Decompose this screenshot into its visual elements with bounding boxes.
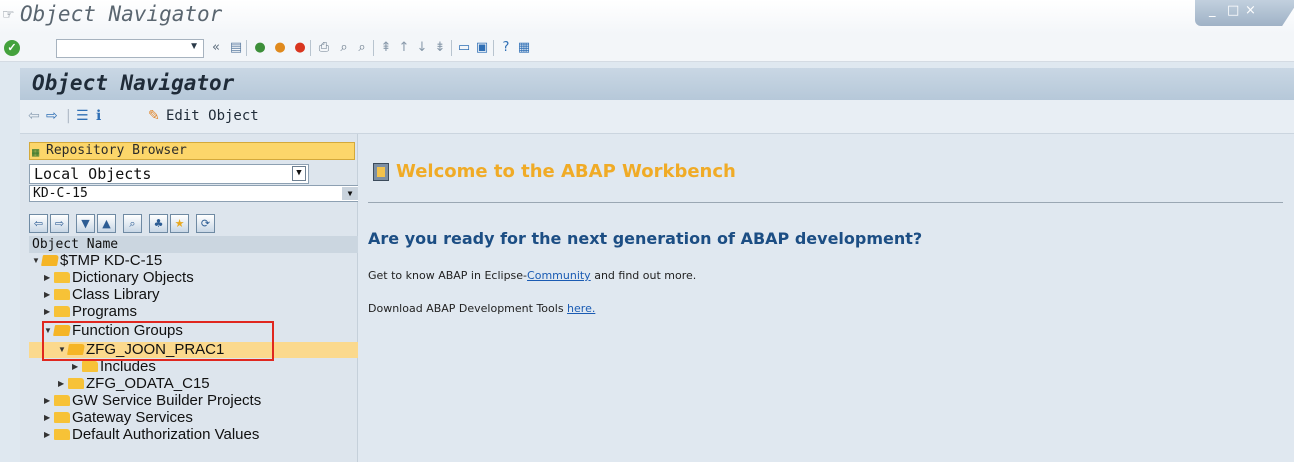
- refresh-icon[interactable]: ⟳: [196, 214, 215, 233]
- tree-node-zfg-odata-c15[interactable]: ▶ ZFG_ODATA_C15: [58, 376, 210, 392]
- save-icon[interactable]: ▤: [228, 39, 244, 56]
- exit-icon[interactable]: ●: [272, 39, 288, 56]
- back-arrow-icon[interactable]: ⇦: [28, 108, 40, 124]
- window-title: Object Navigator: [20, 2, 223, 26]
- folder-icon: [54, 395, 70, 406]
- prev-page-icon[interactable]: ↑: [396, 39, 412, 56]
- last-page-icon[interactable]: ⇟: [432, 39, 448, 56]
- navigation-panel: ▦ Repository Browser Local Objects ▼ KD-…: [20, 134, 359, 462]
- back-icon[interactable]: ●: [252, 39, 268, 56]
- tree-node-root[interactable]: ▼ $TMP KD-C-15: [32, 253, 162, 269]
- standard-toolbar: ✓ ▼ « ▤ ● ● ● ⎙ ⌕ ⌕ ⇞ ↑ ↓ ⇟ ▭ ▣ ? ▦: [0, 34, 1294, 62]
- red-highlight-annotation: [42, 321, 274, 361]
- page-title: Object Navigator: [32, 71, 235, 95]
- package-input[interactable]: KD-C-15 ▼: [29, 185, 359, 202]
- customize-layout-icon[interactable]: ▦: [516, 39, 532, 56]
- community-link[interactable]: Community: [527, 269, 591, 282]
- chevron-down-icon[interactable]: ▼: [32, 253, 42, 269]
- window-controls: _ □ ×: [1195, 0, 1294, 26]
- next-page-icon[interactable]: ↓: [414, 39, 430, 56]
- title-bar: ☞ Object Navigator _ □ ×: [0, 0, 1294, 34]
- welcome-title: Welcome to the ABAP Workbench: [396, 161, 736, 182]
- page-header: Object Navigator: [20, 68, 1294, 100]
- close-button[interactable]: ×: [1245, 3, 1256, 18]
- maximize-button[interactable]: □: [1227, 3, 1239, 18]
- tree-toolbar: ⇦ ⇨ ▼ ▲ ⌕ ♣ ★ ⟳: [29, 214, 319, 234]
- chevron-right-icon[interactable]: ▶: [44, 393, 54, 409]
- collapse-icon[interactable]: ▲: [97, 214, 116, 233]
- application-toolbar: ⇦ ⇨ | ☰ ℹ ✎ Edit Object: [20, 100, 1294, 134]
- chevron-right-icon[interactable]: ▶: [44, 410, 54, 426]
- folder-icon: [54, 429, 70, 440]
- favorite-star-icon[interactable]: ★: [170, 214, 189, 233]
- tree-node-dictionary-objects[interactable]: ▶ Dictionary Objects: [44, 270, 194, 286]
- hierarchy-icon[interactable]: ☰: [76, 108, 89, 124]
- folder-icon: [54, 412, 70, 423]
- folder-icon: [68, 378, 84, 389]
- info-icon[interactable]: ℹ: [96, 108, 101, 124]
- download-link[interactable]: here.: [567, 302, 595, 315]
- object-type-select[interactable]: Local Objects ▼: [29, 164, 309, 184]
- forward-arrow-icon[interactable]: ⇨: [46, 108, 58, 124]
- chevron-right-icon[interactable]: ▶: [58, 376, 68, 392]
- community-paragraph: Get to know ABAP in Eclipse-Community an…: [368, 269, 697, 282]
- column-header: Object Name: [29, 236, 358, 253]
- edit-object-button[interactable]: Edit Object: [166, 108, 259, 124]
- edit-object-icon[interactable]: ✎: [148, 108, 160, 124]
- collapse-icon[interactable]: «: [208, 39, 224, 56]
- cancel-icon[interactable]: ●: [292, 39, 308, 56]
- tree-node-includes[interactable]: ▶ Includes: [72, 359, 156, 375]
- tree-node-gateway-services[interactable]: ▶ Gateway Services: [44, 410, 193, 426]
- help-icon[interactable]: ?: [498, 39, 514, 56]
- tree-node-gw-service-builder-projects[interactable]: ▶ GW Service Builder Projects: [44, 393, 261, 409]
- tree-structure-icon[interactable]: ♣: [149, 214, 168, 233]
- welcome-content: Welcome to the ABAP Workbench Are you re…: [358, 134, 1294, 462]
- chevron-down-icon[interactable]: ▼: [189, 41, 199, 52]
- download-paragraph: Download ABAP Development Tools here.: [368, 302, 596, 315]
- folder-icon: [82, 361, 98, 372]
- find-icon[interactable]: ⌕: [123, 214, 142, 233]
- workbench-icon: [373, 163, 389, 181]
- chevron-right-icon[interactable]: ▶: [44, 270, 54, 286]
- minimize-button[interactable]: _: [1209, 3, 1216, 18]
- find-icon[interactable]: ⌕: [336, 39, 352, 56]
- chevron-right-icon[interactable]: ▶: [44, 427, 54, 443]
- command-field[interactable]: ▼: [56, 39, 204, 58]
- folder-open-icon: [41, 255, 59, 266]
- back-arrow-icon[interactable]: ⇦: [29, 214, 48, 233]
- find-next-icon[interactable]: ⌕: [354, 39, 370, 56]
- tree-node-class-library[interactable]: ▶ Class Library: [44, 287, 160, 303]
- repository-icon: ▦: [32, 145, 40, 159]
- tree-node-programs[interactable]: ▶ Programs: [44, 304, 137, 320]
- repository-browser-button[interactable]: ▦ Repository Browser: [29, 142, 355, 160]
- new-session-icon[interactable]: ▭: [456, 39, 472, 56]
- expand-icon[interactable]: ▼: [76, 214, 95, 233]
- chevron-down-icon[interactable]: ▼: [292, 166, 306, 181]
- divider: [368, 202, 1283, 203]
- enter-icon[interactable]: ✓: [4, 40, 20, 56]
- chevron-right-icon[interactable]: ▶: [44, 304, 54, 320]
- first-page-icon[interactable]: ⇞: [378, 39, 394, 56]
- folder-icon: [54, 272, 70, 283]
- shortcut-icon[interactable]: ▣: [474, 39, 490, 56]
- display-button[interactable]: ▼: [342, 187, 358, 200]
- promo-heading: Are you ready for the next generation of…: [368, 229, 923, 248]
- folder-icon: [54, 306, 70, 317]
- forward-arrow-icon[interactable]: ⇨: [50, 214, 69, 233]
- tree-node-default-authorization-values[interactable]: ▶ Default Authorization Values: [44, 427, 259, 443]
- print-icon[interactable]: ⎙: [316, 39, 332, 56]
- chevron-right-icon[interactable]: ▶: [72, 359, 82, 375]
- chevron-right-icon[interactable]: ▶: [44, 287, 54, 303]
- folder-icon: [54, 289, 70, 300]
- menu-pin-icon[interactable]: ☞: [2, 7, 15, 23]
